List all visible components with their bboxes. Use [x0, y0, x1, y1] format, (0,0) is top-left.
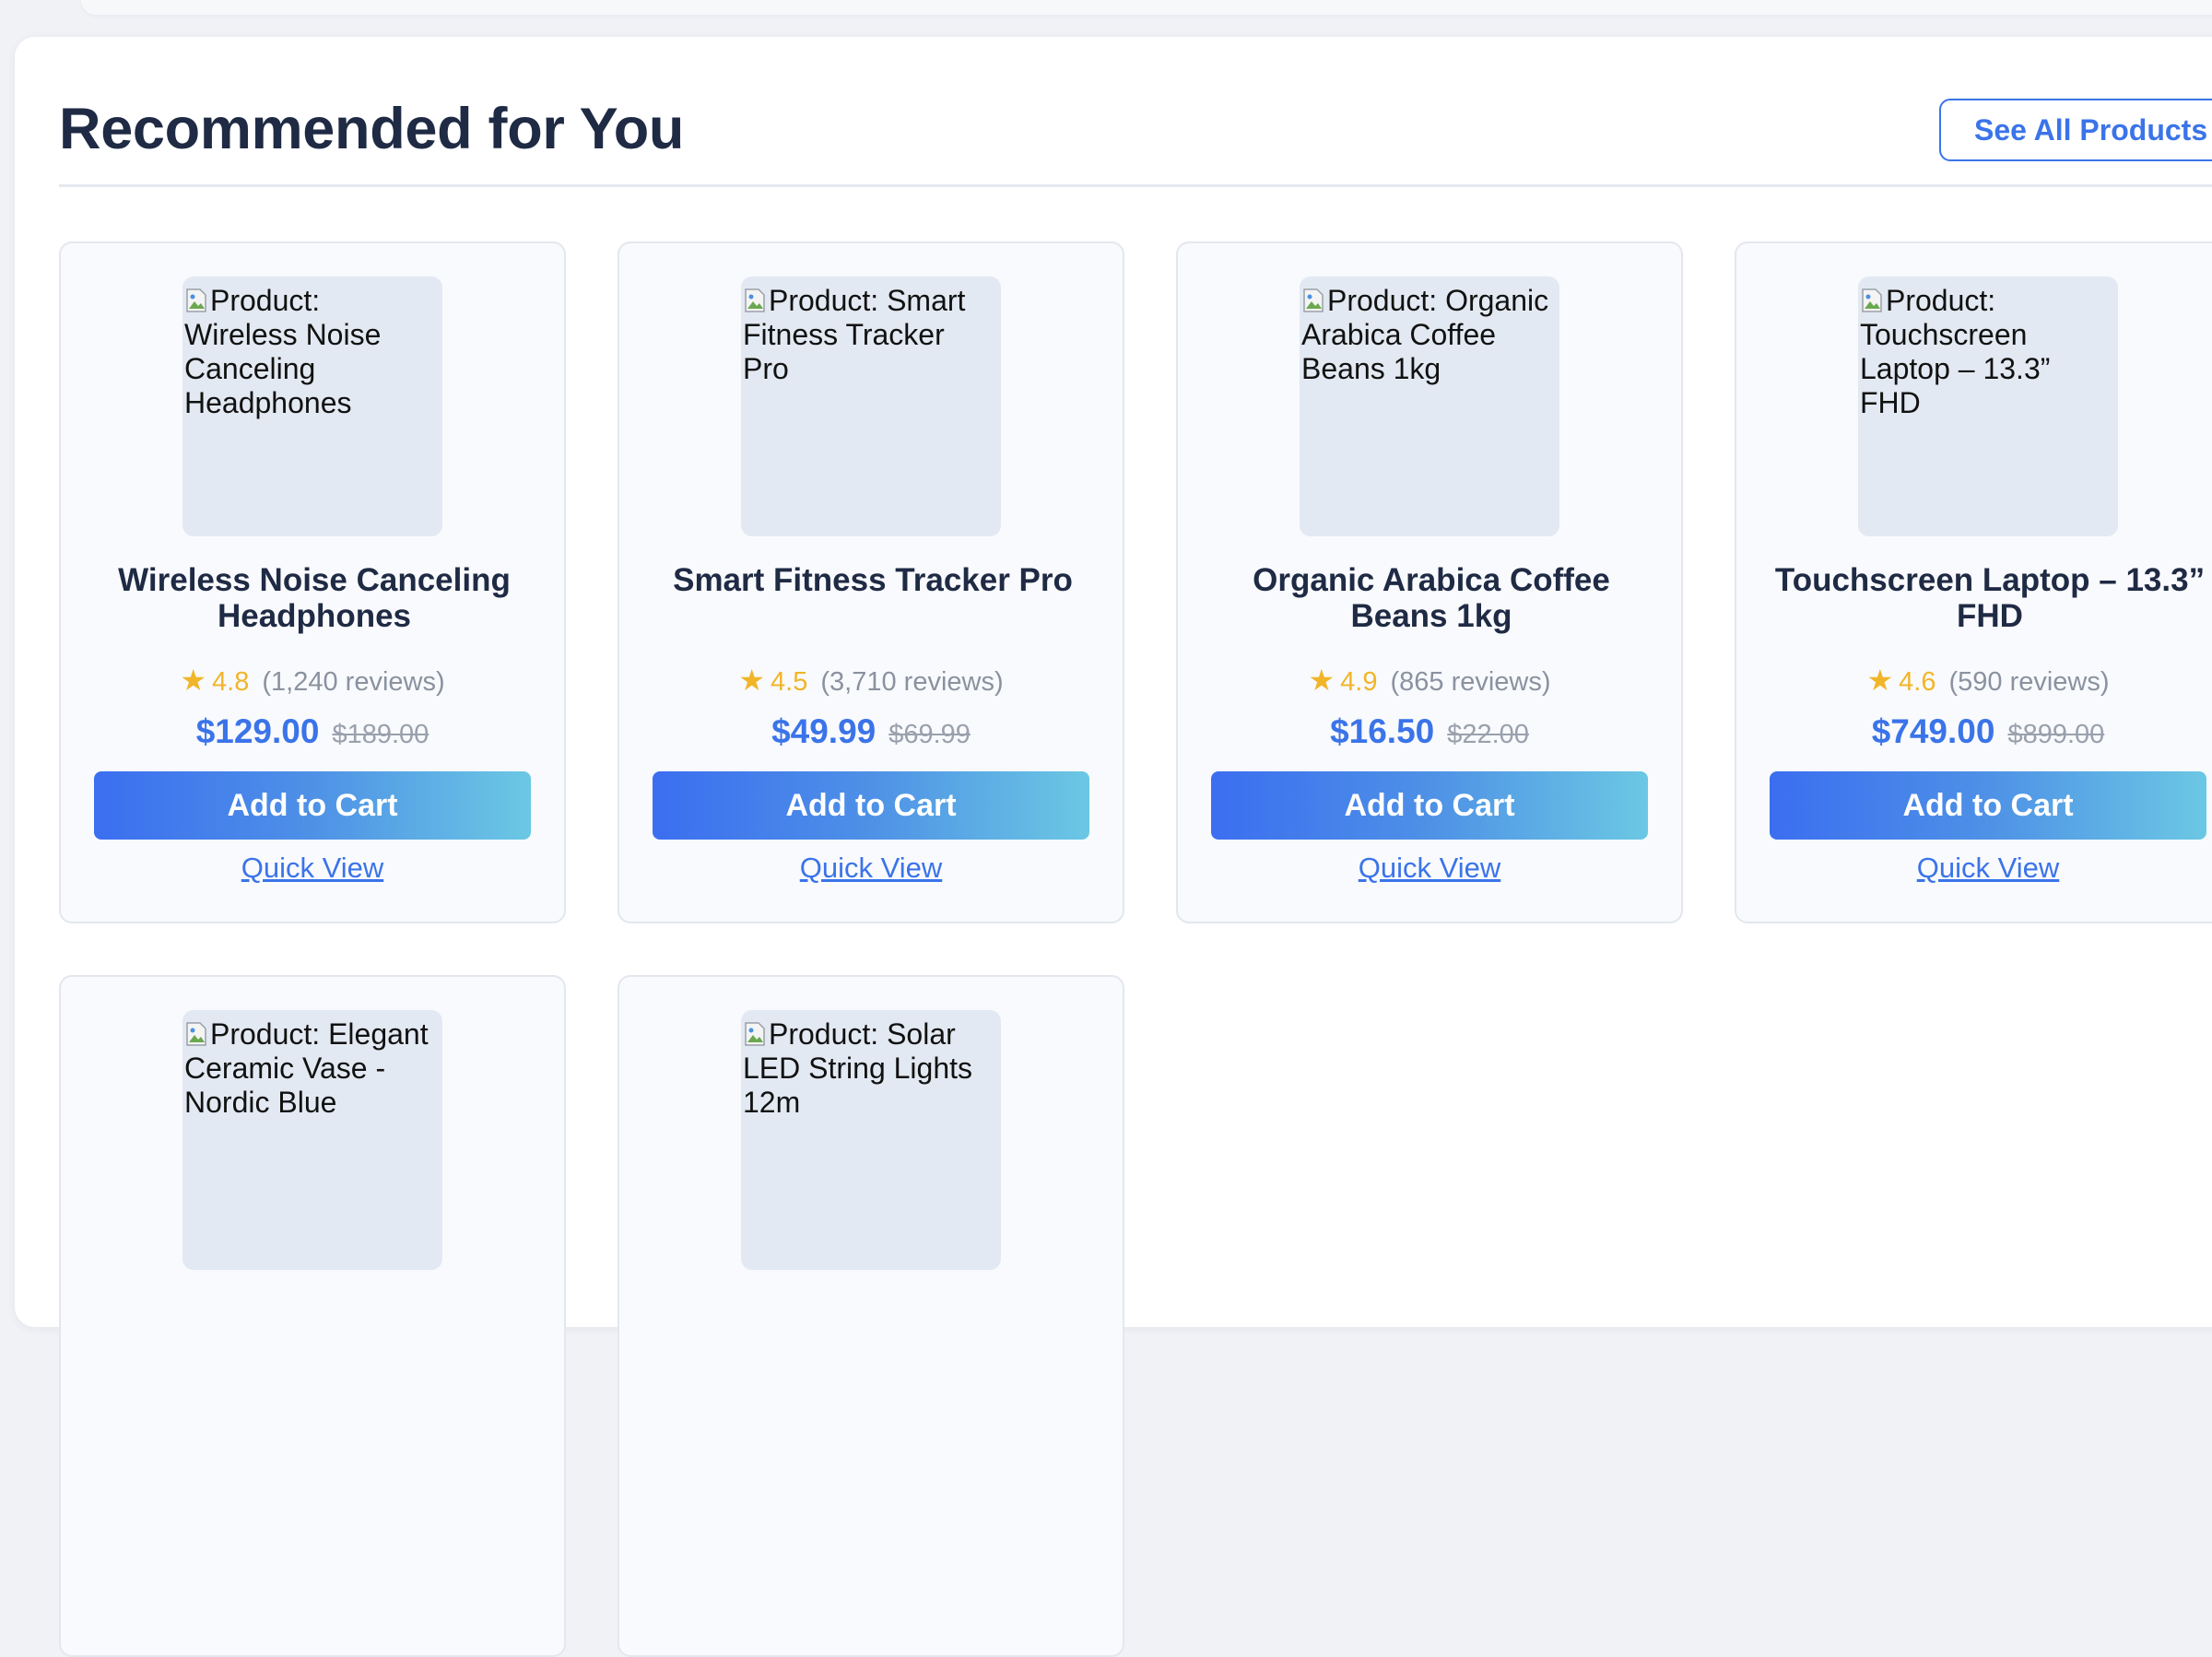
- product-card: Product: Elegant Ceramic Vase - Nordic B…: [59, 975, 566, 1657]
- add-to-cart-button[interactable]: Add to Cart: [1770, 771, 2206, 840]
- broken-image-icon: [745, 288, 765, 312]
- current-price: $749.00: [1871, 712, 1995, 750]
- product-image[interactable]: Product: Solar LED String Lights 12m: [741, 1010, 1001, 1270]
- product-image[interactable]: Product: Wireless Noise Canceling Headph…: [182, 276, 442, 536]
- star-icon: ★: [1308, 664, 1335, 697]
- price-row: $129.00 $189.00: [61, 711, 564, 759]
- product-image[interactable]: Product: Smart Fitness Tracker Pro: [741, 276, 1001, 536]
- product-name[interactable]: Smart Fitness Tracker Pro: [656, 562, 1089, 598]
- product-image[interactable]: Product: Organic Arabica Coffee Beans 1k…: [1300, 276, 1559, 536]
- rating-row: ★ 4.8 (1,240 reviews): [61, 664, 564, 699]
- current-price: $129.00: [195, 712, 320, 750]
- rating-value: 4.5: [771, 667, 808, 697]
- review-count: (1,240 reviews): [262, 667, 445, 697]
- product-card: Product: Smart Fitness Tracker Pro Smart…: [618, 241, 1124, 923]
- section-title: Recommended for You: [59, 97, 685, 161]
- product-name[interactable]: Touchscreen Laptop – 13.3” FHD: [1773, 562, 2206, 634]
- current-price: $16.50: [1330, 712, 1435, 750]
- review-count: (865 reviews): [1390, 667, 1551, 697]
- review-count: (3,710 reviews): [820, 667, 1004, 697]
- broken-image-icon: [186, 1022, 206, 1046]
- product-card: Product: Touchscreen Laptop – 13.3” FHD …: [1735, 241, 2212, 923]
- star-icon: ★: [180, 664, 207, 697]
- product-image-alt-text: Product: Solar LED String Lights 12m: [743, 1017, 973, 1119]
- product-image[interactable]: Product: Touchscreen Laptop – 13.3” FHD: [1858, 276, 2118, 536]
- product-image-alt-text: Product: Smart Fitness Tracker Pro: [743, 284, 966, 385]
- add-to-cart-button[interactable]: Add to Cart: [1211, 771, 1648, 840]
- rating-value: 4.6: [1899, 667, 1936, 697]
- see-all-products-button[interactable]: See All Products: [1939, 99, 2212, 161]
- quick-view-link[interactable]: Quick View: [1736, 852, 2212, 885]
- original-price: $69.99: [888, 720, 971, 749]
- product-image-alt-text: Product: Touchscreen Laptop – 13.3” FHD: [1860, 284, 2051, 419]
- add-to-cart-button[interactable]: Add to Cart: [653, 771, 1089, 840]
- broken-image-icon: [745, 1022, 765, 1046]
- rating-row: ★ 4.9 (865 reviews): [1178, 664, 1681, 699]
- original-price: $899.00: [2007, 720, 2105, 749]
- broken-image-icon: [1303, 288, 1324, 312]
- product-card: Product: Organic Arabica Coffee Beans 1k…: [1176, 241, 1683, 923]
- product-image-alt-text: Product: Wireless Noise Canceling Headph…: [184, 284, 382, 419]
- review-count: (590 reviews): [1948, 667, 2110, 697]
- product-image[interactable]: Product: Elegant Ceramic Vase - Nordic B…: [182, 1010, 442, 1270]
- rating-value: 4.8: [212, 667, 250, 697]
- broken-image-icon: [186, 288, 206, 312]
- original-price: $189.00: [332, 720, 429, 749]
- quick-view-link[interactable]: Quick View: [61, 852, 564, 885]
- star-icon: ★: [1866, 664, 1894, 697]
- price-row: $49.99 $69.99: [619, 711, 1123, 759]
- rating-row: ★ 4.6 (590 reviews): [1736, 664, 2212, 699]
- price-row: $749.00 $899.00: [1736, 711, 2212, 759]
- rating-value: 4.9: [1340, 667, 1378, 697]
- product-image-alt-text: Product: Organic Arabica Coffee Beans 1k…: [1301, 284, 1549, 385]
- rating-row: ★ 4.5 (3,710 reviews): [619, 664, 1123, 699]
- product-name[interactable]: Organic Arabica Coffee Beans 1kg: [1215, 562, 1648, 634]
- product-card: Product: Solar LED String Lights 12m: [618, 975, 1124, 1657]
- previous-section-edge: [81, 0, 2212, 15]
- broken-image-icon: [1862, 288, 1882, 312]
- add-to-cart-button[interactable]: Add to Cart: [94, 771, 531, 840]
- section-divider: [59, 184, 2212, 187]
- star-icon: ★: [738, 664, 766, 697]
- product-card: Product: Wireless Noise Canceling Headph…: [59, 241, 566, 923]
- quick-view-link[interactable]: Quick View: [1178, 852, 1681, 885]
- product-name[interactable]: Wireless Noise Canceling Headphones: [98, 562, 531, 634]
- current-price: $49.99: [771, 712, 877, 750]
- product-image-alt-text: Product: Elegant Ceramic Vase - Nordic B…: [184, 1017, 429, 1119]
- quick-view-link[interactable]: Quick View: [619, 852, 1123, 885]
- price-row: $16.50 $22.00: [1178, 711, 1681, 759]
- original-price: $22.00: [1447, 720, 1529, 749]
